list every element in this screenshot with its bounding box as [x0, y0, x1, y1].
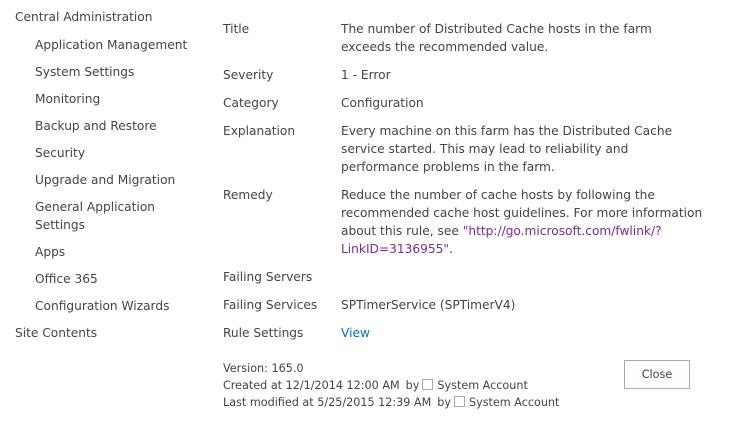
nav-item-upgrade-and-migration[interactable]: Upgrade and Migration	[35, 171, 205, 189]
failing-services-value: SPTimerService (SPTimerV4)	[341, 298, 516, 312]
nav-site-contents[interactable]: Site Contents	[15, 324, 205, 342]
nav-item-apps[interactable]: Apps	[35, 243, 205, 261]
nav-item-general-application-settings[interactable]: General Application Settings	[35, 198, 205, 234]
remedy-row: Remedy Reduce the number of cache hosts …	[223, 186, 703, 258]
failing-servers-value	[341, 268, 703, 286]
nav-item-backup-and-restore[interactable]: Backup and Restore	[35, 117, 205, 135]
category-row: Category Configuration	[223, 94, 703, 112]
nav-central-administration[interactable]: Central Administration	[15, 8, 205, 26]
nav-item-security[interactable]: Security	[35, 144, 205, 162]
nav-item-system-settings[interactable]: System Settings	[35, 63, 205, 81]
severity-value: 1 - Error	[341, 68, 391, 82]
created-by-prefix: by	[405, 379, 420, 392]
title-row: Title The number of Distributed Cache ho…	[223, 20, 703, 56]
nav-item-configuration-wizards[interactable]: Configuration Wizards	[35, 297, 205, 315]
title-value: The number of Distributed Cache hosts in…	[341, 22, 652, 54]
severity-label: Severity	[223, 68, 274, 82]
modified-line: Last modified at 5/25/2015 12:39 AM by Sys…	[223, 394, 559, 411]
explanation-label: Explanation	[223, 124, 296, 138]
remedy-label: Remedy	[223, 188, 273, 202]
category-label: Category	[223, 96, 279, 110]
failing-services-row: Failing Services SPTimerService (SPTimer…	[223, 296, 703, 314]
severity-row: Severity 1 - Error	[223, 66, 703, 84]
title-label: Title	[223, 22, 250, 36]
explanation-value: Every machine on this farm has the Distr…	[341, 124, 673, 174]
view-rule-settings-link[interactable]: View	[341, 326, 370, 340]
nav-item-office-365[interactable]: Office 365	[35, 270, 205, 288]
nav-item-monitoring[interactable]: Monitoring	[35, 90, 205, 108]
item-metadata: Version: 165.0 Created at 12/1/2014 12:0…	[223, 360, 559, 411]
health-rule-properties: Title The number of Distributed Cache ho…	[223, 20, 703, 352]
explanation-row: Explanation Every machine on this farm h…	[223, 122, 703, 176]
rule-settings-label: Rule Settings	[223, 326, 304, 340]
failing-services-label: Failing Services	[223, 298, 318, 312]
close-button[interactable]: Close	[624, 360, 690, 389]
created-line: Created at 12/1/2014 12:00 AM by System Ac…	[223, 377, 559, 394]
quick-launch-nav: Central Administration Application Manag…	[15, 8, 205, 342]
nav-item-application-management[interactable]: Application Management	[35, 36, 205, 54]
remedy-suffix: .	[449, 242, 453, 256]
modified-by-user[interactable]: System Account	[469, 396, 559, 409]
modified-text: Last modified at 5/25/2015 12:39 AM	[223, 396, 432, 409]
presence-icon	[422, 379, 434, 390]
failing-servers-label: Failing Servers	[223, 270, 313, 284]
rule-settings-row: Rule Settings View	[223, 324, 703, 342]
created-by-user[interactable]: System Account	[437, 379, 527, 392]
created-text: Created at 12/1/2014 12:00 AM	[223, 379, 400, 392]
presence-icon	[453, 396, 465, 407]
rule-settings-value: View	[341, 324, 703, 342]
nav-list: Application Management System Settings M…	[15, 36, 205, 315]
modified-by-prefix: by	[437, 396, 451, 409]
category-value: Configuration	[341, 96, 424, 110]
remedy-value: Reduce the number of cache hosts by foll…	[341, 186, 703, 258]
failing-servers-row: Failing Servers	[223, 268, 703, 286]
version-text: Version: 165.0	[223, 362, 304, 375]
